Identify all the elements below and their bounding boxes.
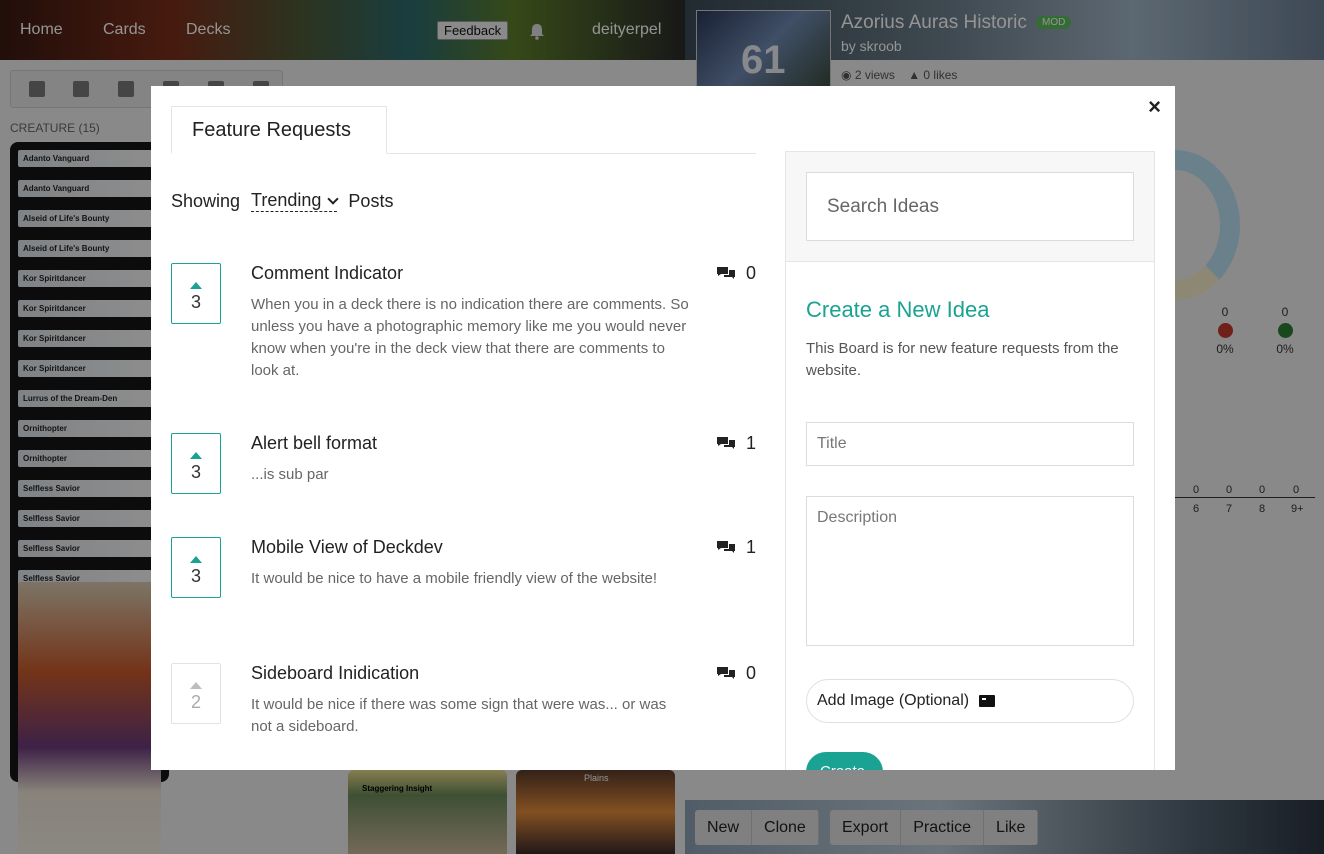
upvote-button[interactable]: 3 xyxy=(171,263,221,324)
post-title[interactable]: Comment Indicator xyxy=(251,263,403,284)
post-title[interactable]: Alert bell format xyxy=(251,433,377,454)
post-title[interactable]: Mobile View of Deckdev xyxy=(251,537,443,558)
create-idea-description: This Board is for new feature requests f… xyxy=(806,340,1119,379)
post-description: ...is sub par xyxy=(251,466,329,483)
vote-count: 2 xyxy=(190,692,201,712)
showing-label: Showing xyxy=(171,190,241,211)
post-title[interactable]: Sideboard Inidication xyxy=(251,663,419,684)
comment-count[interactable]: 1 xyxy=(716,433,756,454)
vote-count: 3 xyxy=(190,566,201,586)
sort-dropdown[interactable]: Trending xyxy=(251,190,340,212)
comment-count[interactable]: 0 xyxy=(716,663,756,684)
vote-count: 3 xyxy=(190,462,201,482)
upvote-button[interactable]: 2 xyxy=(171,663,221,724)
search-panel: Search Ideas xyxy=(786,152,1154,262)
upvote-arrow-icon xyxy=(190,556,202,563)
close-icon[interactable]: × xyxy=(1148,94,1161,120)
comment-count-value: 0 xyxy=(745,663,756,683)
comments-icon xyxy=(716,666,735,679)
search-input[interactable]: Search Ideas xyxy=(806,172,1134,241)
upvote-button[interactable]: 3 xyxy=(171,537,221,598)
comment-count-value: 0 xyxy=(745,263,756,283)
vote-count: 3 xyxy=(190,292,201,312)
title-field[interactable]: Title xyxy=(806,422,1134,466)
create-button[interactable]: Create xyxy=(806,752,883,770)
chevron-down-icon xyxy=(327,192,340,205)
sort-row: Showing Trending Posts xyxy=(171,190,393,212)
add-image-label: Add Image (Optional) xyxy=(817,692,970,709)
add-image-button[interactable]: Add Image (Optional) xyxy=(806,679,1134,723)
comments-icon xyxy=(716,436,735,449)
description-field[interactable]: Description xyxy=(806,496,1134,646)
idea-sidebar: Search Ideas Create a New Idea This Boar… xyxy=(785,151,1155,770)
comment-count[interactable]: 1 xyxy=(716,537,756,558)
image-icon xyxy=(979,695,996,707)
sort-value: Trending xyxy=(251,190,322,210)
comment-count[interactable]: 0 xyxy=(716,263,756,284)
comments-icon xyxy=(716,266,735,279)
comment-count-value: 1 xyxy=(745,433,756,453)
post-description: It would be nice to have a mobile friend… xyxy=(251,570,658,587)
posts-label: Posts xyxy=(348,190,394,211)
comment-count-value: 1 xyxy=(745,537,756,557)
comments-icon xyxy=(716,540,735,553)
upvote-arrow-icon xyxy=(190,282,202,289)
post-description: When you in a deck there is no indicatio… xyxy=(251,296,689,379)
upvote-arrow-icon xyxy=(190,682,202,689)
upvote-arrow-icon xyxy=(190,452,202,459)
tab-feature-requests[interactable]: Feature Requests xyxy=(171,106,387,154)
upvote-button[interactable]: 3 xyxy=(171,433,221,494)
post-description: It would be nice if there was some sign … xyxy=(251,696,667,735)
feature-requests-modal: × Feature Requests Showing Trending Post… xyxy=(151,86,1175,770)
create-idea-heading: Create a New Idea xyxy=(806,297,990,322)
